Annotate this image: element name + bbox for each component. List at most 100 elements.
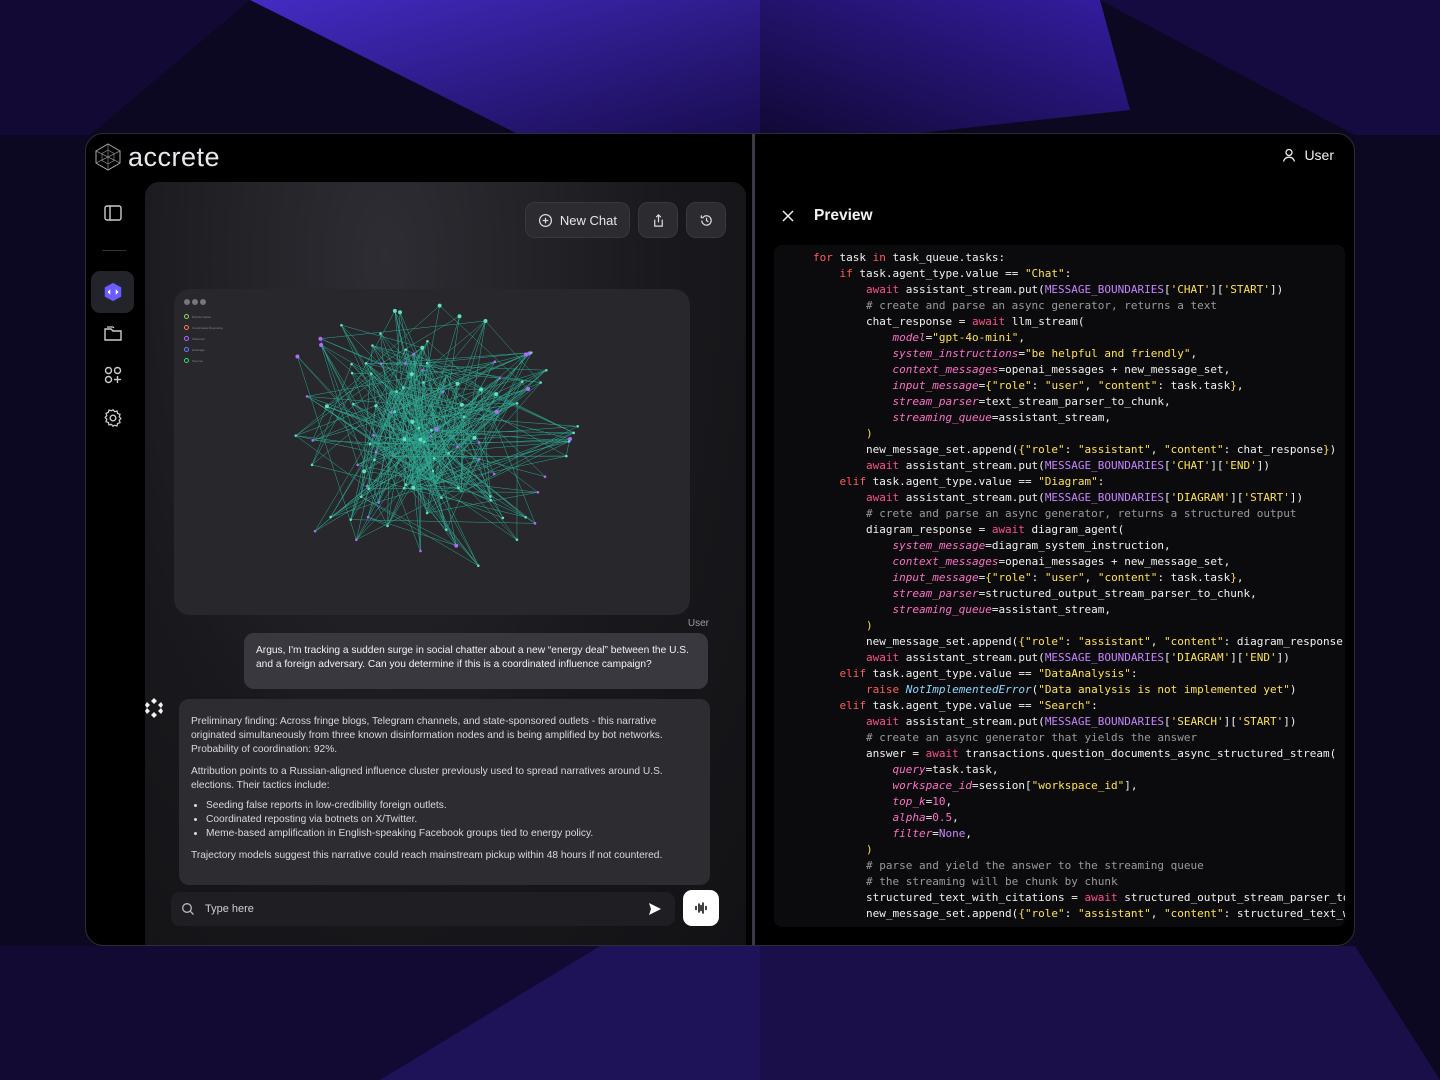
graph-node (319, 342, 324, 347)
code-line: input_message={"role": "user", "content"… (892, 379, 1244, 392)
graph-node (379, 332, 382, 335)
code-line: # the streaming will be chunk by chunk (865, 875, 1118, 888)
graph-node (498, 376, 502, 380)
assistant-paragraph: Preliminary finding: Across fringe blogs… (191, 716, 663, 755)
graph-node (409, 372, 414, 377)
graph-legend-item[interactable]: Coordinated Reposting (184, 322, 223, 333)
send-button[interactable] (645, 899, 665, 919)
graph-node (350, 362, 353, 366)
graph-node (421, 368, 424, 372)
code-preview[interactable]: for task in task_queue.tasks: if task.ag… (774, 245, 1345, 927)
assistant-bullet-list: Seeding false reports in low-credibility… (206, 799, 698, 841)
history-button[interactable] (686, 202, 726, 238)
graph-legend-item[interactable]: Hashtags (184, 344, 223, 355)
graph-node (379, 362, 383, 366)
graph-node (576, 424, 579, 428)
panel-divider[interactable] (752, 134, 755, 945)
graph-node (477, 564, 480, 568)
graph-legend-item[interactable]: Sources (184, 355, 223, 366)
graph-node (313, 529, 317, 533)
code-line: await assistant_stream.put(MESSAGE_BOUND… (865, 491, 1304, 504)
graph-legend-item[interactable]: Influencer (184, 333, 223, 344)
history-icon (700, 214, 712, 226)
toggle-sidebar-button[interactable] (101, 201, 125, 225)
sidebar (86, 182, 144, 945)
apps-add-icon (104, 366, 122, 384)
graph-view-controls[interactable] (184, 299, 206, 305)
graph-legend-header (184, 299, 223, 305)
graph-node (366, 515, 370, 519)
graph-node (425, 361, 429, 365)
sidebar-panel-icon (104, 205, 122, 221)
network-graph (294, 303, 579, 568)
search-icon (182, 903, 194, 915)
graph-node (395, 390, 398, 393)
graph-node (375, 404, 378, 407)
code-line: ) (865, 619, 873, 632)
code-line: system_message=diagram_system_instructio… (892, 539, 1171, 552)
graph-node (362, 469, 367, 474)
graph-node (489, 498, 493, 502)
agent-hex-icon (104, 282, 121, 302)
code-line: if task.agent_type.value == "Chat": (839, 267, 1072, 280)
preview-title: Preview (814, 207, 873, 224)
assistant-avatar-icon (145, 698, 163, 718)
graph-node (494, 409, 499, 414)
graph-node (489, 495, 492, 498)
graph-node (398, 310, 403, 315)
sidebar-item-settings[interactable] (101, 406, 125, 430)
graph-node (418, 437, 423, 442)
new-chat-button[interactable]: New Chat (524, 202, 630, 238)
code-line: await assistant_stream.put(MESSAGE_BOUND… (865, 459, 1271, 472)
code-line: answer = await transactions.question_doc… (813, 747, 1337, 760)
user-menu-button[interactable]: User (1281, 147, 1334, 163)
graph-node (295, 354, 300, 359)
graph-node (318, 336, 323, 341)
graph-node (539, 381, 542, 384)
sidebar-divider (102, 250, 126, 251)
code-line: streaming_queue=assistant_stream, (892, 411, 1112, 424)
network-graph-card[interactable]: Disinformation Coordinated Reposting Influ… (174, 289, 690, 615)
chat-panel: New Chat Disinformation Coordinated Repos… (145, 182, 746, 945)
code-line: raise NotImplementedError("Data analysis… (865, 683, 1297, 696)
graph-node (429, 434, 433, 438)
graph-node (440, 496, 443, 500)
brand-name: accrete (128, 141, 221, 172)
user-menu-label: User (1304, 147, 1334, 163)
graph-node (392, 308, 397, 313)
code-line: elif task.agent_type.value == "Search": (839, 699, 1098, 712)
code-line: # create and parse an async generator, r… (865, 299, 1217, 312)
graph-node (459, 402, 464, 407)
share-button[interactable] (638, 202, 678, 238)
gear-icon (104, 408, 122, 428)
graph-node (310, 463, 314, 467)
legend-label: Disinformation (192, 314, 212, 319)
sidebar-item-agent[interactable] (91, 271, 134, 313)
graph-legend-item[interactable]: Disinformation (184, 311, 223, 322)
graph-node (411, 485, 416, 490)
graph-node (294, 434, 298, 437)
graph-node (422, 440, 426, 444)
close-preview-icon[interactable] (780, 208, 796, 224)
graph-node (386, 524, 389, 528)
legend-label: Coordinated Reposting (192, 325, 223, 330)
code-line: alpha=0.5, (892, 811, 959, 824)
code-line: context_messages=openai_messages + new_m… (892, 363, 1231, 376)
code-line: filter=None, (892, 827, 972, 840)
graph-node (477, 441, 481, 444)
graph-node (454, 543, 459, 548)
brand-logo[interactable]: accrete (94, 140, 220, 174)
sidebar-item-apps[interactable] (101, 363, 125, 387)
graph-node (457, 314, 462, 319)
sidebar-item-files[interactable] (101, 321, 125, 345)
graph-node (404, 362, 407, 365)
graph-node (355, 538, 358, 542)
graph-node (404, 348, 407, 351)
list-item: Meme-based amplification in English-spea… (206, 827, 698, 841)
message-input[interactable] (205, 903, 645, 915)
code-line: new_message_set.append({"role": "assista… (813, 635, 1345, 648)
voice-input-button[interactable] (683, 890, 719, 926)
code-line: ) (865, 427, 873, 440)
assistant-message-bubble: Preliminary finding: Across fringe blogs… (179, 699, 710, 885)
graph-node (447, 451, 450, 455)
